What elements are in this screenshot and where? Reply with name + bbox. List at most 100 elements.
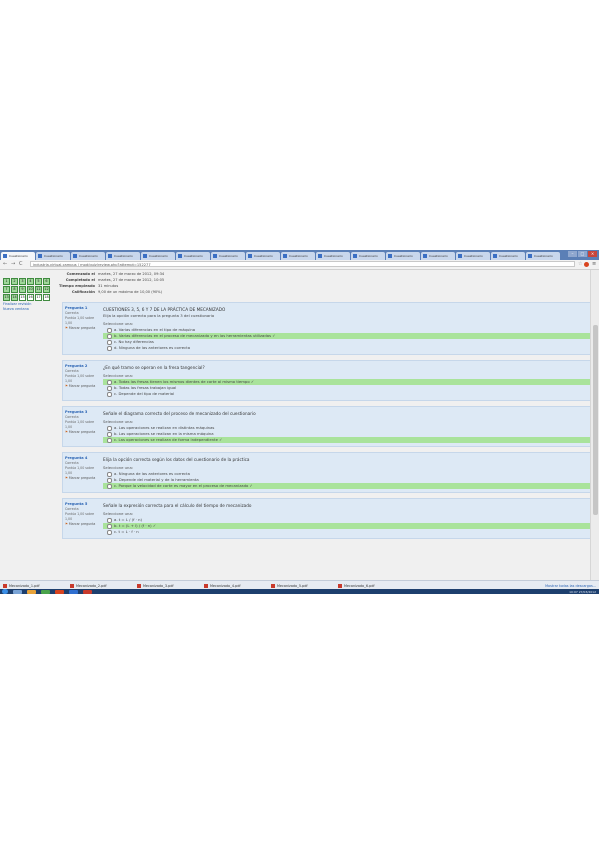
flag-question-button[interactable]: ⚑ Marcar pregunta <box>65 476 101 481</box>
quiz-nav-button[interactable]: 1 <box>3 278 10 285</box>
browser-tab[interactable]: Cuestionario <box>351 252 385 260</box>
browser-tab[interactable]: Cuestionario <box>211 252 245 260</box>
start-button[interactable] <box>2 589 8 594</box>
tab-favicon-icon <box>283 254 287 258</box>
pdf-file-icon <box>271 583 275 588</box>
new-window-link[interactable]: Nueva ventana <box>3 307 55 312</box>
quiz-nav-button[interactable]: 3 <box>19 278 26 285</box>
browser-tab[interactable]: Cuestionario <box>36 252 70 260</box>
folder-icon[interactable] <box>27 589 36 594</box>
url-field[interactable]: industria.virtual.campus / mod/quiz/revi… <box>30 261 575 267</box>
tab-favicon-icon <box>213 254 217 258</box>
answer-option[interactable]: c. Porque la velocidad de corte es mayor… <box>103 483 590 489</box>
answer-option[interactable]: c. t = L · f · n <box>103 529 590 535</box>
quiz-nav-button[interactable]: 4 <box>27 278 34 285</box>
answer-option[interactable]: d. Ninguna de las anteriores es correcta <box>103 345 590 351</box>
flag-question-button[interactable]: ⚑ Marcar pregunta <box>65 430 101 435</box>
radio-button[interactable] <box>107 345 112 351</box>
download-item[interactable]: Mecanizado_6.pdf <box>338 582 402 589</box>
radio-button[interactable] <box>107 477 112 483</box>
browser-tab[interactable]: Cuestionario <box>106 252 140 260</box>
quiz-nav-button[interactable]: 5 <box>35 278 42 285</box>
radio-button[interactable] <box>107 431 112 437</box>
show-all-downloads-link[interactable]: Mostrar todas las descargas... <box>545 584 596 588</box>
forward-button[interactable]: → <box>11 261 15 268</box>
download-item[interactable]: Mecanizado_4.pdf <box>204 582 268 589</box>
quiz-nav-button[interactable]: 17 <box>35 294 42 301</box>
browser-tab[interactable]: Cuestionario <box>456 252 490 260</box>
quiz-nav-button[interactable]: 11 <box>35 286 42 293</box>
question-card: Pregunta 5 Correcta Puntúa 1,00 sobre 1,00… <box>62 498 595 539</box>
browser-tab[interactable]: Cuestionario <box>176 252 210 260</box>
tab-favicon-icon <box>178 254 182 258</box>
radio-button[interactable] <box>107 483 112 489</box>
tab-title: Cuestionario <box>254 254 273 258</box>
quiz-nav-button[interactable]: 15 <box>19 294 26 301</box>
radio-button[interactable] <box>107 523 112 529</box>
browser-tab[interactable]: Cuestionario <box>71 252 105 260</box>
chrome-icon[interactable] <box>55 589 64 594</box>
quiz-nav-button[interactable]: 14 <box>11 294 18 301</box>
browser-tab[interactable]: Cuestionario <box>141 252 175 260</box>
radio-button[interactable] <box>107 471 112 477</box>
browser-tab[interactable]: Cuestionario <box>281 252 315 260</box>
browser-tab[interactable]: Cuestionario <box>491 252 525 260</box>
download-item[interactable]: Mecanizado_3.pdf <box>137 582 201 589</box>
extension-icon[interactable] <box>584 262 589 267</box>
quiz-nav-button[interactable]: 18 <box>43 294 50 301</box>
radio-button[interactable] <box>107 333 112 339</box>
minimize-button[interactable]: – <box>568 251 577 257</box>
radio-button[interactable] <box>107 327 112 333</box>
flag-question-button[interactable]: ⚑ Marcar pregunta <box>65 384 101 389</box>
scrollbar-thumb[interactable] <box>593 325 598 515</box>
browser-tab[interactable]: Cuestionario <box>316 252 350 260</box>
browser-tab[interactable]: Cuestionario <box>421 252 455 260</box>
radio-button[interactable] <box>107 379 112 385</box>
radio-button[interactable] <box>107 391 112 397</box>
radio-button[interactable] <box>107 339 112 345</box>
quiz-nav-button[interactable]: 9 <box>19 286 26 293</box>
answer-option-text: b. Varias diferencias en el proceso de m… <box>114 333 276 338</box>
pdf-file-icon <box>338 583 342 588</box>
question-body: Señale la expresión correcta para el cál… <box>103 499 594 538</box>
flag-label: Marcar pregunta <box>68 384 96 388</box>
answer-option[interactable]: c. Las operaciones se realizan de forma … <box>103 437 590 443</box>
browser-menu-icon[interactable]: ≡ <box>592 261 596 267</box>
browser-tab[interactable]: Cuestionario <box>1 252 35 260</box>
quiz-nav-button[interactable]: 16 <box>27 294 34 301</box>
question-mark: Puntúa 1,00 sobre 1,00 <box>65 420 95 429</box>
explorer-icon[interactable] <box>13 589 22 594</box>
browser-tab[interactable]: Cuestionario <box>246 252 280 260</box>
answer-option[interactable]: c. Depende del tipo de material <box>103 391 590 397</box>
download-item[interactable]: Mecanizado_2.pdf <box>70 582 134 589</box>
tab-favicon-icon <box>38 254 42 258</box>
quiz-nav-button[interactable]: 7 <box>3 286 10 293</box>
radio-button[interactable] <box>107 425 112 431</box>
reload-button[interactable]: C <box>19 261 23 268</box>
download-item[interactable]: Mecanizado_1.pdf <box>3 582 67 589</box>
radio-button[interactable] <box>107 529 112 535</box>
word-icon[interactable] <box>69 589 78 594</box>
download-item[interactable]: Mecanizado_5.pdf <box>271 582 335 589</box>
quiz-nav-button[interactable]: 13 <box>3 294 10 301</box>
media-icon[interactable] <box>41 589 50 594</box>
quiz-nav-button[interactable]: 8 <box>11 286 18 293</box>
close-window-button[interactable]: × <box>588 251 597 257</box>
pdf-icon[interactable] <box>83 589 92 594</box>
maximize-button[interactable]: □ <box>578 251 587 257</box>
quiz-nav-button[interactable]: 12 <box>43 286 50 293</box>
browser-tab[interactable]: Cuestionario <box>526 252 560 260</box>
flag-question-button[interactable]: ⚑ Marcar pregunta <box>65 522 101 527</box>
radio-button[interactable] <box>107 517 112 523</box>
flag-question-button[interactable]: ⚑ Marcar pregunta <box>65 326 101 331</box>
radio-button[interactable] <box>107 437 112 443</box>
bookmark-star-icon[interactable]: ☆ <box>578 261 582 267</box>
back-button[interactable]: ← <box>3 261 7 268</box>
browser-tab[interactable]: Cuestionario <box>386 252 420 260</box>
radio-button[interactable] <box>107 385 112 391</box>
quiz-nav-button[interactable]: 10 <box>27 286 34 293</box>
quiz-nav-button[interactable]: 6 <box>43 278 50 285</box>
page-scrollbar[interactable] <box>590 270 599 580</box>
quiz-nav-button[interactable]: 2 <box>11 278 18 285</box>
os-taskbar: 10:07 27/03/2012 <box>0 589 599 594</box>
